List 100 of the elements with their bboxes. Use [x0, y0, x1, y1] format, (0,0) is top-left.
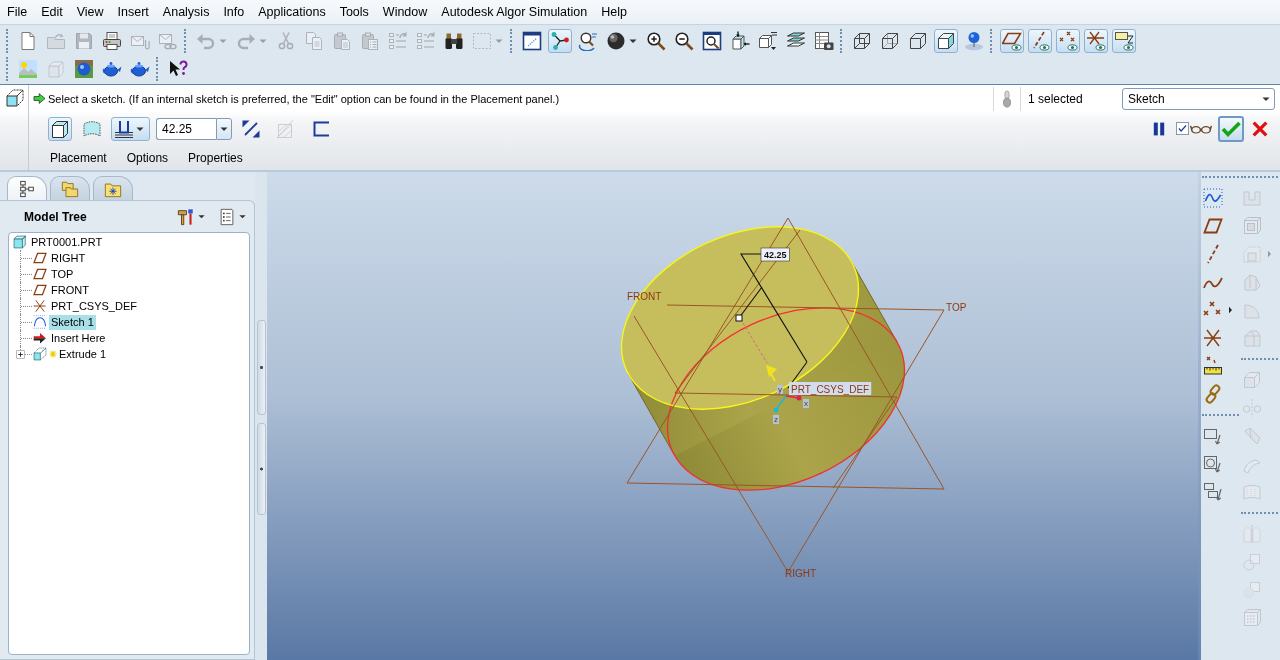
landscape-icon: [18, 59, 38, 79]
tree-item[interactable]: RIGHT: [49, 250, 88, 266]
magnifier-rotate-icon: [578, 31, 598, 51]
toolbar-button[interactable]: [548, 29, 572, 53]
toolbar-button[interactable]: [644, 29, 668, 53]
plus-icon[interactable]: [16, 350, 25, 359]
cube-hidden-icon: [880, 31, 900, 51]
sash-handle[interactable]: [256, 320, 266, 415]
depth-option-button[interactable]: [111, 116, 150, 141]
disc-square-icon: [1242, 580, 1262, 600]
toolbar-button[interactable]: [520, 29, 544, 53]
tools-icon: [177, 207, 195, 226]
prompt-message: Select a sketch. (If an internal sketch is preferred, the "Edit" option can be found in the Placement panel.): [48, 92, 560, 105]
menu-item[interactable]: Insert: [110, 1, 156, 23]
list-icon: [218, 207, 236, 226]
menu-item[interactable]: File: [0, 1, 35, 23]
tree-item[interactable]: FRONT: [49, 282, 91, 298]
navigator-tab[interactable]: [93, 176, 133, 200]
navigator-tab[interactable]: [7, 176, 47, 200]
sphere-icon: [606, 31, 626, 51]
scissors-icon: [276, 31, 296, 51]
toolbar-button[interactable]: [934, 29, 958, 53]
panel-tab[interactable]: Options: [123, 148, 172, 167]
floppy-icon: [74, 31, 94, 51]
paste-list-icon: [360, 31, 380, 51]
menu-item[interactable]: Info: [216, 1, 252, 23]
preview-checkbox[interactable]: [1176, 122, 1189, 135]
plane-icon: [33, 283, 47, 297]
depth-field[interactable]: 42.25: [156, 117, 216, 140]
teapot-icon: [102, 59, 122, 79]
menu-item[interactable]: Tools: [332, 1, 376, 23]
line-eye-icon: [1030, 31, 1050, 51]
datum-label: RIGHT: [785, 568, 817, 579]
toolbar-button[interactable]: [672, 29, 696, 53]
menu-item[interactable]: Edit: [34, 1, 70, 23]
toolbar-button[interactable]: [1056, 29, 1080, 53]
sash-handle[interactable]: [256, 423, 266, 515]
toolbar-button[interactable]: [1000, 29, 1024, 53]
block-icon: [13, 235, 27, 249]
envelope-chain-icon: [158, 31, 178, 51]
datum-label: TOP: [946, 302, 967, 313]
window-magnifier-icon: [702, 31, 722, 51]
help-pointer-icon: [168, 59, 188, 79]
csys-label: PRT_CSYS_DEF: [789, 382, 872, 395]
ok-button[interactable]: [1218, 115, 1244, 142]
toolbar-button[interactable]: [756, 29, 780, 53]
dotted-block-icon: [1242, 244, 1262, 264]
filter-dropdown[interactable]: Sketch: [1122, 87, 1275, 110]
dropdown-button[interactable]: [216, 117, 232, 140]
toolbar-button[interactable]: [100, 29, 124, 53]
menu-item[interactable]: Window: [375, 1, 435, 23]
tree-icon: [18, 179, 36, 198]
menu-item[interactable]: Autodesk Algor Simulation: [434, 1, 595, 23]
warp-icon: [1242, 426, 1262, 446]
caret-icon: [1228, 306, 1233, 314]
copy-icon: [304, 31, 324, 51]
wave-box-icon: [1203, 188, 1223, 208]
panel-title: Model Tree: [24, 209, 87, 224]
paste-icon: [332, 31, 352, 51]
menu-item[interactable]: Analysis: [155, 1, 217, 23]
rect-circle-arrow-icon: [1203, 454, 1223, 474]
panel-tab[interactable]: Placement: [47, 148, 110, 167]
toggle-button[interactable]: [48, 116, 72, 141]
tree-item[interactable]: PRT_CSYS_DEF: [49, 298, 139, 314]
bulb-icon: [1000, 89, 1014, 108]
tick-icon: [1177, 123, 1188, 134]
toolbar-button[interactable]: [1084, 29, 1108, 53]
circle-square-icon: [1242, 552, 1262, 572]
menu-item[interactable]: Applications: [251, 1, 333, 23]
tree-item[interactable]: Extrude 1: [57, 346, 109, 362]
cube-wire-icon: [852, 31, 872, 51]
tree-item[interactable]: PRT0001.PRT: [29, 234, 105, 250]
selection-count: 1 selected: [1028, 91, 1084, 106]
folder-icon: [46, 31, 66, 51]
tree-item[interactable]: Sketch 1: [49, 314, 96, 330]
box-icon: [46, 59, 66, 79]
tree-item[interactable]: TOP: [49, 266, 76, 282]
mesh-sheet-icon: [1242, 482, 1262, 502]
toolbar-button[interactable]: [812, 29, 836, 53]
bevel-block-icon: [1242, 328, 1262, 348]
cube-arrows-icon: [730, 31, 750, 51]
cube-shaded-icon: [936, 31, 956, 51]
grid-block-icon: [1242, 608, 1262, 628]
wedge-icon: [1242, 272, 1262, 292]
caret-icon: [1267, 250, 1272, 258]
toolbar-button[interactable]: [1112, 29, 1136, 53]
csys-icon: [1203, 328, 1223, 348]
tree-item[interactable]: Insert Here: [49, 330, 108, 346]
rects-arrow-icon: [1203, 482, 1223, 502]
panel-tab[interactable]: Properties: [185, 148, 246, 167]
box-icon: [33, 347, 47, 361]
menu-item[interactable]: Help: [594, 1, 634, 23]
navigator-tab[interactable]: [50, 176, 90, 200]
zoom-out-icon: [674, 31, 694, 51]
menu-item[interactable]: View: [69, 1, 111, 23]
cube-list-icon: [758, 31, 778, 51]
teapot-icon: [130, 59, 150, 79]
toolbar-button[interactable]: [700, 29, 724, 53]
depth-lines-icon: [114, 118, 134, 139]
printer-icon: [102, 31, 122, 51]
